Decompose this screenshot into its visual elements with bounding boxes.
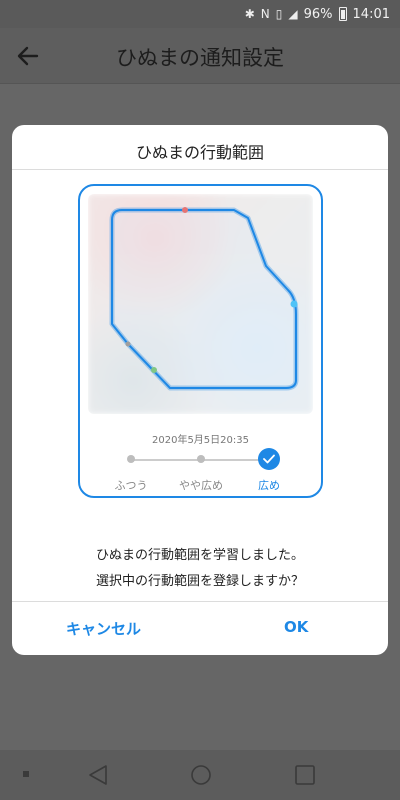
slider-step-normal[interactable] [127,455,135,463]
nfc-icon: N [260,7,270,21]
square-recent-icon[interactable] [294,764,316,786]
message-line-2: 選択中の行動範囲を登録しますか？ [95,574,304,589]
app-bar: ひぬまの通知設定 [0,28,400,84]
nav-dot-icon [22,770,30,778]
title-divider [12,169,388,170]
circle-home-icon[interactable] [190,764,212,786]
status-bar: ✱ N ▯ ◢ 96% 14:01 [0,0,400,28]
navigation-bar [0,750,400,800]
vibrate-icon: ▯ [275,7,283,21]
page-title: ひぬまの通知設定 [116,46,284,70]
actions-divider [12,601,388,602]
dialog-title: ひぬまの行動範囲 [135,143,264,162]
battery-icon [338,7,347,21]
message-line-1: ひぬまの行動範囲を学習しました。 [95,548,304,563]
slider-step-slightly-wide[interactable] [197,455,205,463]
slider-step-wide[interactable] [258,448,280,470]
range-card: 2020年5月5日20:35 ふつう やや広め 広め [78,184,323,498]
learned-timestamp: 2020年5月5日20:35 [152,435,249,446]
slider-label-normal[interactable]: ふつう [101,477,161,493]
ok-button[interactable]: OK [284,618,308,636]
check-icon [263,454,275,464]
slider-label-wide[interactable]: 広め [239,477,299,493]
range-dialog: ひぬまの行動範囲 2020年5月5日20:35 ふつう やや広め 広め ひぬまの… [12,125,388,655]
signal-icon: ◢ [288,7,298,21]
range-map [88,194,313,414]
range-outline [109,207,299,391]
clock: 14:01 [352,6,390,22]
battery-percent: 96% [303,6,333,22]
bluetooth-icon: ✱ [244,7,255,21]
cancel-button[interactable]: キャンセル [66,618,141,639]
slider-label-slightly-wide[interactable]: やや広め [171,477,231,493]
triangle-back-icon[interactable] [86,764,110,786]
